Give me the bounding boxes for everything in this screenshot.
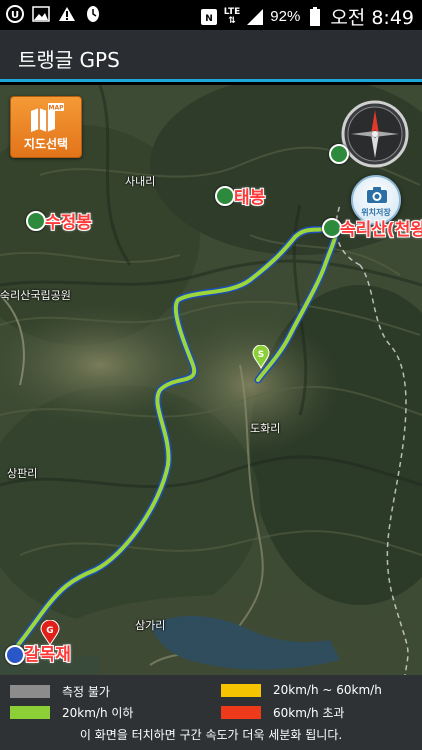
start-marker-icon[interactable]: S: [252, 345, 270, 369]
lte-icon: LTE ⇅: [223, 6, 241, 26]
place-label: 삼가리: [135, 619, 166, 632]
svg-text:N: N: [205, 14, 213, 24]
peak-label: 태봉: [234, 188, 266, 208]
map-select-label: 지도선택: [23, 137, 69, 151]
warning-icon: [58, 5, 76, 23]
legend-item: 측정 불가: [10, 683, 110, 700]
legend-label: 20km/h ~ 60km/h: [273, 683, 382, 697]
start-marker-text: S: [258, 350, 264, 360]
compass-icon: [341, 100, 409, 168]
legend-swatch: [10, 685, 50, 698]
legend-label: 60km/h 초과: [273, 706, 345, 720]
compass-button[interactable]: [341, 100, 409, 168]
app-header: 트랭글 GPS: [0, 30, 422, 82]
app-title: 트랭글 GPS: [18, 48, 120, 72]
legend-item: 20km/h ~ 60km/h: [221, 683, 382, 697]
place-label: 상판리: [7, 467, 38, 480]
peak-label: 속리산(천왕: [340, 220, 422, 240]
clock-icon: [84, 5, 102, 23]
status-bar: U N LTE ⇅ 92% 오전 8:49: [0, 0, 422, 30]
legend-item: 60km/h 초과: [221, 704, 344, 721]
current-location-icon[interactable]: [5, 645, 25, 665]
clock-time: 오전 8:49: [330, 7, 414, 29]
peak-marker-icon[interactable]: [322, 218, 342, 238]
legend-item: 20km/h 이하: [10, 704, 133, 721]
peak-marker-icon[interactable]: [215, 186, 235, 206]
u-plus-icon: U: [6, 5, 24, 23]
legend-label: 측정 불가: [62, 685, 110, 699]
camera-icon: [367, 187, 387, 203]
signal-icon: [246, 8, 264, 26]
legend-note: 이 화면을 터치하면 구간 속도가 더욱 세분화 됩니다.: [79, 728, 343, 742]
legend-label: 20km/h 이하: [62, 706, 134, 720]
peak-marker-icon[interactable]: [329, 144, 349, 164]
map-select-button[interactable]: MAP 지도선택: [10, 96, 82, 158]
battery-icon: [306, 6, 324, 26]
folded-map-icon: MAP: [31, 103, 64, 132]
peak-marker-icon[interactable]: [26, 211, 46, 231]
battery-percent: 92%: [270, 8, 301, 25]
legend-swatch: [221, 706, 261, 719]
goal-marker-text: G: [46, 626, 53, 636]
svg-text:U: U: [11, 10, 19, 21]
route-track: [14, 222, 340, 649]
place-label: 숙리산국립공원: [0, 289, 71, 302]
image-icon: [32, 5, 50, 23]
peak-label: 갈목재: [24, 645, 71, 665]
place-label: 도화리: [250, 422, 281, 435]
place-label: 사내리: [125, 175, 156, 188]
legend-swatch: [10, 706, 50, 719]
map-view[interactable]: MAP 지도선택 위치저장 사내리 숙리산국립공원 도화리 상판리 삼가리 태봉…: [0, 85, 422, 675]
legend-swatch: [221, 683, 261, 697]
map-badge-text: MAP: [48, 105, 64, 112]
peak-label: 수정봉: [45, 213, 92, 233]
nfc-icon: N: [200, 8, 218, 26]
speed-legend[interactable]: 측정 불가 20km/h ~ 60km/h 20km/h 이하 60km/h 초…: [0, 675, 422, 750]
